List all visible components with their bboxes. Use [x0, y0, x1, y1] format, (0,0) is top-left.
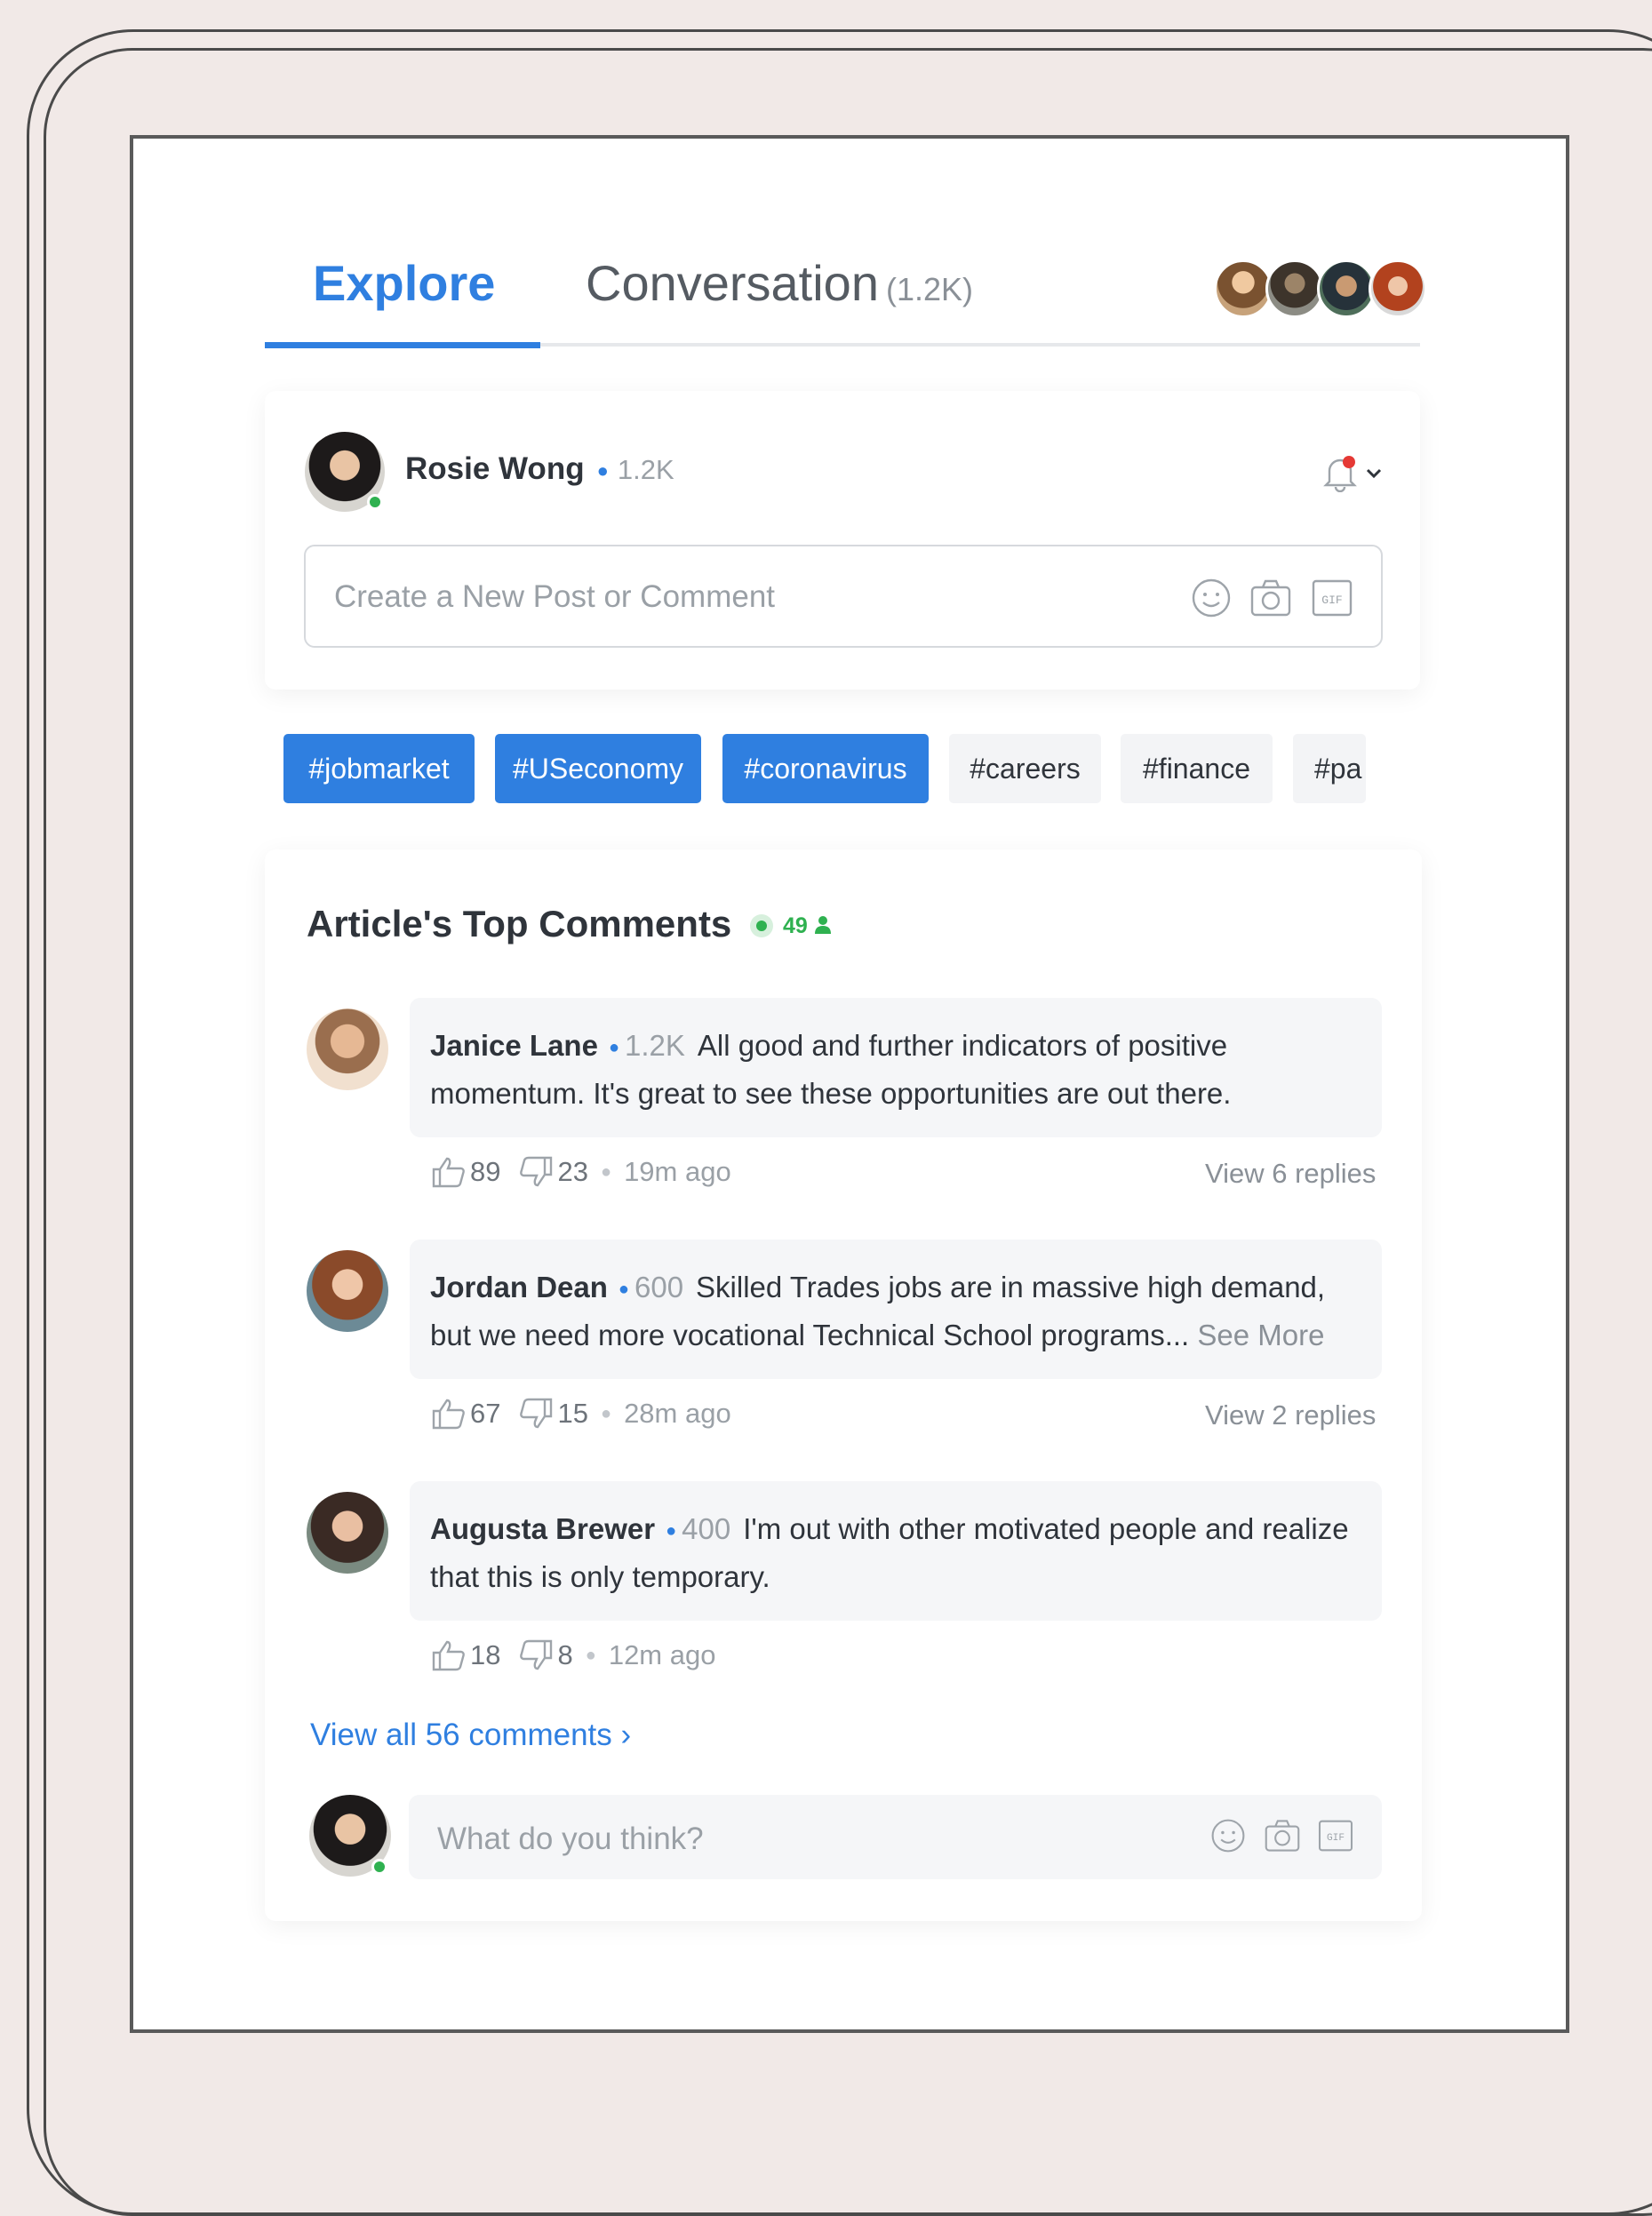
comment-text: Augusta Brewer ● 400 I'm out with other mot…: [430, 1506, 1372, 1599]
comment-text: Jordan Dean ● 600 Skilled Trades jobs are i…: [430, 1264, 1372, 1358]
commenter-score: 600: [634, 1271, 684, 1303]
gif-icon-label: GIF: [1321, 594, 1342, 607]
commenter-name[interactable]: Janice Lane: [430, 1029, 598, 1062]
live-indicator-dot: [756, 921, 767, 931]
post-input-placeholder: Create a New Post or Comment: [334, 579, 776, 614]
separator-dot: ●: [666, 1520, 677, 1541]
hashtag-chip[interactable]: #jobmarket: [283, 734, 475, 803]
see-more-link[interactable]: See More: [1197, 1319, 1324, 1351]
thumbs-down-icon[interactable]: [518, 1156, 554, 1188]
view-replies-link[interactable]: View 2 replies: [1205, 1399, 1376, 1431]
commenter-avatar[interactable]: [307, 1250, 388, 1332]
commenter-score: 400: [682, 1512, 731, 1545]
hashtag-chip[interactable]: #finance: [1121, 734, 1273, 803]
dislike-count: 8: [557, 1639, 573, 1670]
camera-icon[interactable]: [1264, 1818, 1301, 1853]
comment-time: 19m ago: [624, 1156, 731, 1187]
online-status-indicator: [367, 494, 383, 510]
thumbs-up-icon[interactable]: [431, 1639, 467, 1671]
online-status-indicator: [371, 1859, 387, 1875]
comment-meta: 89 23 ● 19m ago: [431, 1156, 731, 1188]
tab-conversation[interactable]: Conversation (1.2K): [586, 254, 973, 312]
person-icon: [814, 915, 832, 935]
hashtag-chip[interactable]: #careers: [949, 734, 1101, 803]
comment-time: 12m ago: [608, 1639, 716, 1670]
gif-icon[interactable]: GIF: [1312, 579, 1353, 617]
commenter-score: 1.2K: [625, 1029, 685, 1062]
commenter-name[interactable]: Jordan Dean: [430, 1271, 608, 1303]
chevron-down-icon[interactable]: [1365, 467, 1383, 480]
comment-time: 28m ago: [624, 1398, 731, 1429]
dislike-count: 15: [557, 1398, 588, 1429]
participant-avatar[interactable]: [1214, 259, 1273, 318]
hashtag-chip[interactable]: #pa: [1293, 734, 1366, 803]
comment-meta: 18 8 ● 12m ago: [431, 1639, 715, 1671]
separator-dot: ●: [608, 1037, 620, 1057]
thumbs-down-icon[interactable]: [518, 1639, 554, 1671]
view-replies-link[interactable]: View 6 replies: [1205, 1158, 1376, 1190]
participant-avatar[interactable]: [1265, 259, 1324, 318]
thumbs-up-icon[interactable]: [431, 1156, 467, 1188]
tab-active-indicator: [265, 342, 540, 348]
tab-conversation-label: Conversation: [586, 255, 879, 311]
comments-section-title: Article's Top Comments: [307, 903, 732, 945]
composer-user-name: Rosie Wong: [405, 451, 585, 486]
gif-icon[interactable]: GIF: [1318, 1820, 1353, 1852]
gif-icon-label: GIF: [1327, 1833, 1345, 1844]
hashtag-chip[interactable]: #coronavirus: [722, 734, 929, 803]
composer-user: Rosie Wong ● 1.2K: [405, 451, 674, 487]
hashtag-chip[interactable]: #USeconomy: [495, 734, 701, 803]
live-count: 49: [783, 913, 808, 939]
conversation-count: (1.2K): [885, 271, 974, 307]
dislike-count: 23: [557, 1156, 588, 1187]
separator-dot: ●: [618, 1279, 629, 1299]
tab-explore[interactable]: Explore: [313, 254, 495, 312]
emoji-icon[interactable]: [1210, 1818, 1246, 1853]
commenter-avatar[interactable]: [307, 1492, 388, 1574]
view-all-comments-link[interactable]: View all 56 comments ›: [310, 1718, 631, 1753]
thumbs-up-icon[interactable]: [431, 1398, 467, 1430]
reply-input-placeholder: What do you think?: [437, 1821, 704, 1856]
like-count: 18: [470, 1639, 501, 1670]
participant-avatar[interactable]: [1369, 259, 1427, 318]
separator-dot: ●: [600, 1161, 612, 1182]
live-count-value: 49: [783, 913, 808, 938]
separator-dot: ●: [600, 1403, 612, 1423]
emoji-icon[interactable]: [1191, 578, 1232, 618]
commenter-avatar[interactable]: [307, 1008, 388, 1090]
participant-avatar[interactable]: [1317, 259, 1376, 318]
notification-bell-icon[interactable]: [1322, 453, 1358, 493]
like-count: 67: [470, 1398, 501, 1429]
separator-dot: ●: [596, 458, 609, 482]
thumbs-down-icon[interactable]: [518, 1398, 554, 1430]
comment-meta: 67 15 ● 28m ago: [431, 1398, 731, 1430]
camera-icon[interactable]: [1249, 578, 1292, 618]
comment-text: Janice Lane ● 1.2K All good and further ind…: [430, 1023, 1372, 1116]
like-count: 89: [470, 1156, 501, 1187]
composer-user-score: 1.2K: [617, 454, 674, 485]
separator-dot: ●: [585, 1645, 596, 1665]
commenter-name[interactable]: Augusta Brewer: [430, 1512, 655, 1545]
